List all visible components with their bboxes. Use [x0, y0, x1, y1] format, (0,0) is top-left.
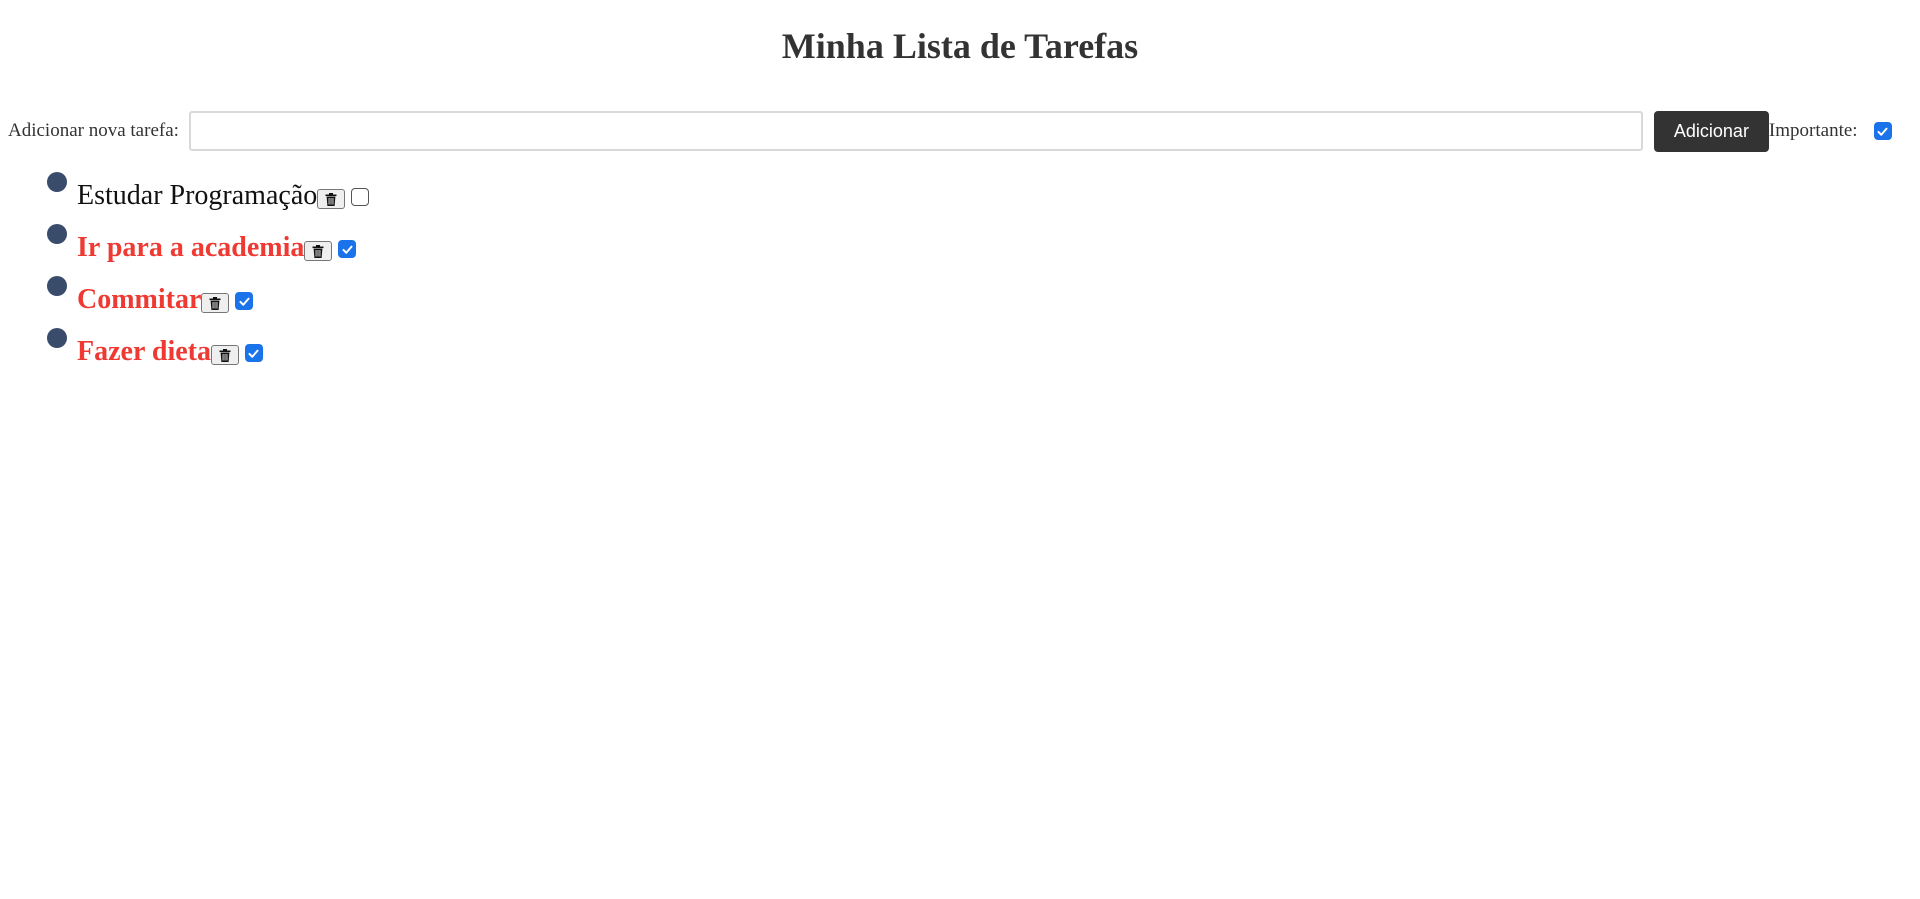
bullet-icon: [47, 172, 67, 192]
task-item: Commitar: [46, 274, 369, 326]
bullet-icon: [47, 224, 67, 244]
task-list: Estudar Programação Ir para a academia C…: [46, 170, 370, 378]
todo-page: Minha Lista de Tarefas Adicionar nova ta…: [0, 0, 1920, 899]
bullet-icon: [47, 328, 67, 348]
checkmark-icon: [1877, 127, 1888, 136]
task-text: Fazer dieta: [77, 336, 211, 367]
important-label: Importante:: [1768, 120, 1858, 141]
new-task-input[interactable]: [188, 111, 1643, 151]
task-checkbox[interactable]: [338, 240, 357, 258]
delete-task-button[interactable]: [210, 345, 239, 365]
task-text: Commitar: [77, 284, 202, 315]
delete-task-button[interactable]: [304, 241, 333, 261]
delete-task-button[interactable]: [201, 293, 230, 313]
new-task-label: Adicionar nova tarefa:: [8, 120, 179, 141]
bullet-icon: [47, 276, 67, 296]
delete-task-button[interactable]: [317, 189, 346, 209]
page-title: Minha Lista de Tarefas: [781, 26, 1139, 66]
task-text: Ir para a academia: [77, 232, 305, 263]
trash-icon: [219, 348, 231, 362]
task-item: Estudar Programação: [46, 170, 370, 222]
trash-icon: [209, 296, 221, 310]
task-item: Ir para a academia: [46, 222, 369, 274]
task-text: Estudar Programação: [77, 180, 318, 211]
trash-icon: [325, 192, 337, 206]
add-task-form: Adicionar nova tarefa: Adicionar Importa…: [8, 108, 1912, 154]
checkmark-icon: [239, 297, 250, 306]
task-checkbox[interactable]: [244, 344, 263, 362]
trash-icon: [312, 244, 324, 258]
add-button[interactable]: Adicionar: [1653, 110, 1769, 152]
checkmark-icon: [248, 349, 260, 358]
task-item: Fazer dieta: [46, 326, 369, 378]
task-checkbox[interactable]: [351, 188, 370, 206]
important-checkbox[interactable]: [1873, 122, 1892, 140]
checkmark-icon: [342, 245, 353, 254]
task-checkbox[interactable]: [235, 292, 254, 310]
